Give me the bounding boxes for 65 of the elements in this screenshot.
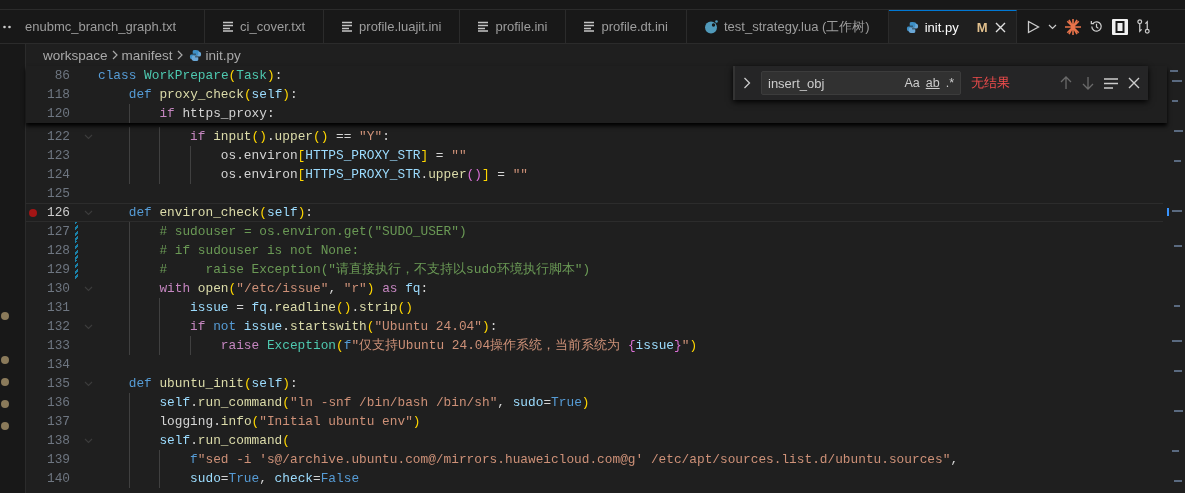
code-line: if input().upper() == "Y": [190,128,390,146]
editor-tab[interactable]: init.py M [888,10,1018,43]
editor-tab[interactable]: profile.luajit.ini [324,10,461,43]
line-number: 132 [45,318,70,336]
editor-tab[interactable]: profile.dt.ini [566,10,687,43]
tab-label: profile.luajit.ini [359,19,442,34]
line-number: 120 [45,105,70,123]
line-number: 127 [45,223,70,241]
search-option-toggle[interactable]: ab [925,76,940,90]
breadcrumb-item[interactable]: init.py [205,47,241,63]
code-line: def environ_check(self): [128,204,314,222]
code-line: # if sudouser is not None: [159,242,360,260]
search-option-toggle[interactable]: .* [945,76,954,90]
tab-label: profile.dt.ini [601,19,668,34]
line-number: 86 [53,67,70,85]
code-line: raise Exception(f"仅支持Ubuntu 24.04操作系统，当前系统为 {issue}") [220,337,698,355]
code-line: os.environ[HTTPS_PROXY_STR.upper()] = "" [220,166,529,184]
code-line: os.environ[HTTPS_PROXY_STR] = "" [220,147,467,165]
code-line: # sudouser = os.environ.get("SUDO_USER") [159,223,467,241]
line-number: 134 [45,356,70,374]
line-number: 136 [45,394,70,412]
code-line: f"sed -i 's@/archive.ubuntu.com@/mirrors.huaweicloud.com@g' /etc/apt/sources.list.d/ubuntu.sources", [190,451,959,469]
code-line: def ubuntu_init(self): [128,375,298,393]
modified-label: M [976,19,988,35]
line-number: 137 [45,413,70,431]
code-line: with open("/etc/issue", "r") as fq: [159,280,429,298]
search-field[interactable]: insert_obj Aa ab .* [761,71,961,95]
line-number: 133 [45,337,70,355]
breadcrumb-item[interactable]: manifest [121,47,173,63]
editor-tab[interactable]: enubmc_branch_graph.txt [25,10,206,43]
code-line: def proxy_check(self): [128,86,298,104]
line-number: 124 [45,166,70,184]
search-option-toggle[interactable]: Aa [904,76,920,90]
code-line: issue = fq.readline().strip() [190,299,413,317]
code-line: sudo=True, check=False [190,470,360,488]
editor-tab[interactable]: profile.ini [460,10,567,43]
code-line: self.run_command( [159,432,290,450]
tab-label: init.py [924,19,959,35]
editor-tab[interactable]: test_strategy.lua (工作树) [686,10,889,43]
code-line: logging.info("Initial ubuntu env") [159,413,421,431]
tab-label: ci_cover.txt [240,19,306,34]
line-number: 135 [45,375,70,393]
line-number: 138 [45,432,70,450]
code-line: self.run_command("ln -snf /bin/bash /bin/sh", sudo=True) [159,394,590,412]
editor-tab[interactable]: ci_cover.txt [205,10,325,43]
code-line: if not issue.startswith("Ubuntu 24.04"): [190,318,498,336]
line-number: 128 [45,242,70,260]
line-number: 139 [45,451,70,469]
line-number: 140 [45,470,70,488]
tab-label: profile.ini [495,19,548,34]
line-number: 123 [45,147,70,165]
breadcrumb-item[interactable]: workspace [43,47,108,63]
line-number: 131 [45,299,70,317]
line-number: 122 [45,128,70,146]
line-number: 130 [45,280,70,298]
code-line: # raise Exception("请直接执行，不支持以sudo环境执行脚本") [159,261,591,279]
tab-label: enubmc_branch_graph.txt [25,19,177,34]
line-number: 126 [45,204,70,222]
no-results-text: 无结果 [971,75,1010,92]
code-line: if https_proxy: [159,105,275,123]
tab-label: test_strategy.lua (工作树) [723,17,870,36]
line-number: 129 [45,261,70,279]
code-line: class WorkPrepare(Task): [98,67,283,85]
line-number: 125 [45,185,70,203]
line-number: 118 [45,86,70,104]
